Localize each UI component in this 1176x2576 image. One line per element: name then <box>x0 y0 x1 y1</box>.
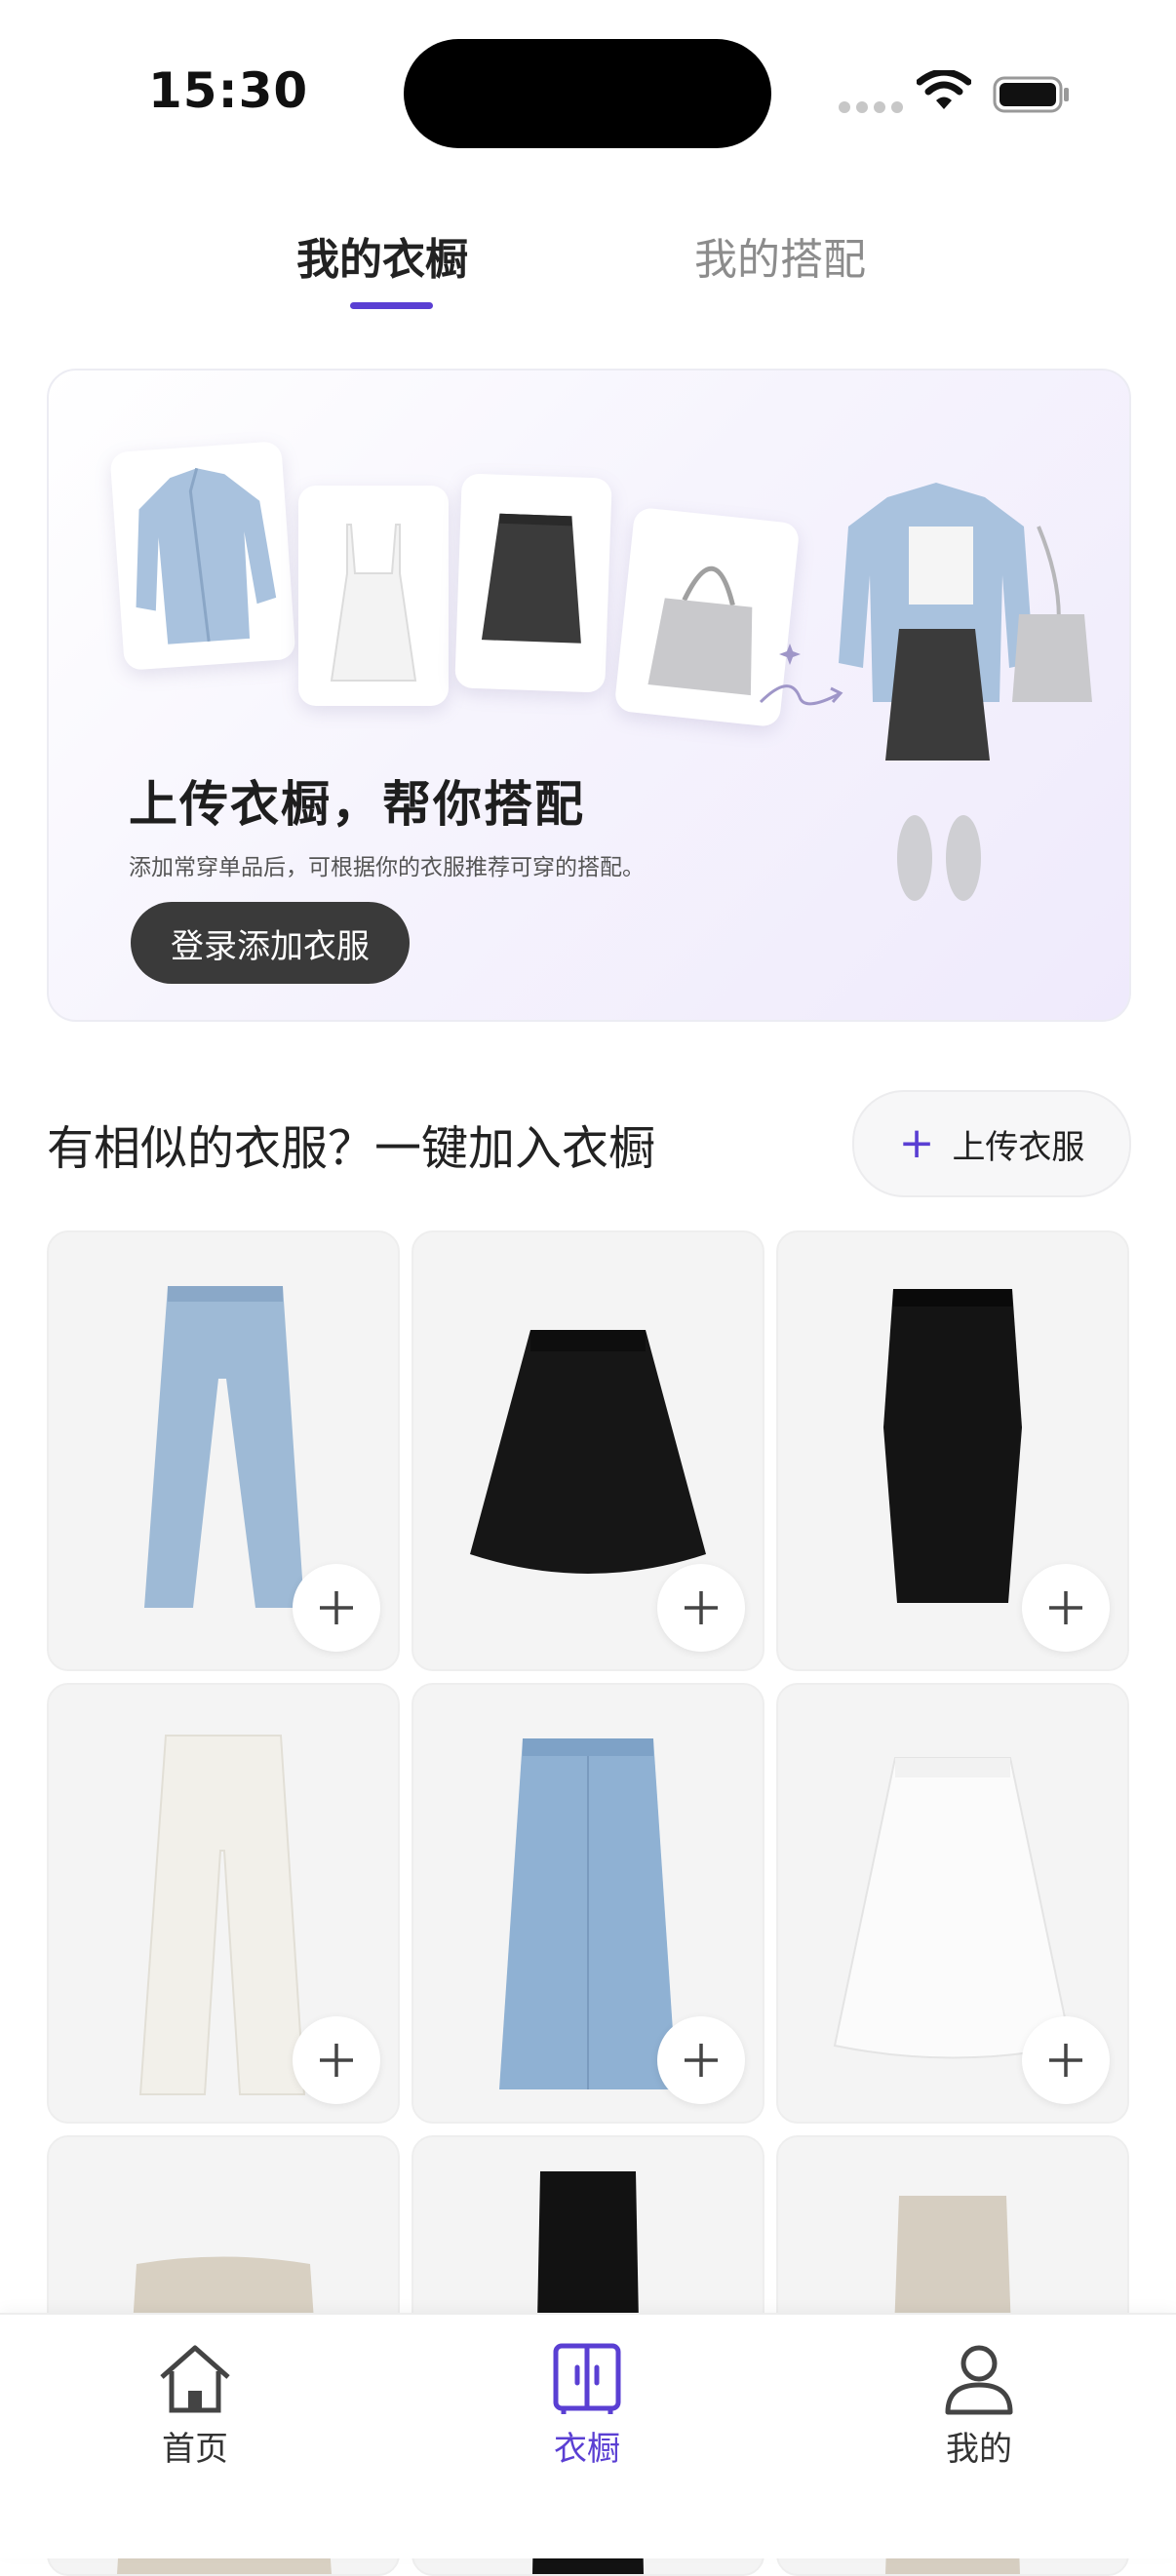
cellular-signal-icon <box>839 101 903 113</box>
clothing-item[interactable] <box>47 1683 400 2124</box>
profile-icon <box>945 2345 1013 2415</box>
plus-icon <box>685 2044 718 2077</box>
plus-icon <box>685 1591 718 1624</box>
banner-description: 添加常穿单品后，可根据你的衣服推荐可穿的搭配。 <box>129 855 645 880</box>
nav-wardrobe-label: 衣橱 <box>554 2430 620 2469</box>
add-item-button[interactable] <box>293 1564 380 1652</box>
upload-clothes-label: 上传衣服 <box>952 1127 1085 1167</box>
camisole-card <box>298 486 449 706</box>
top-tabs: 我的衣橱 我的搭配 <box>0 215 1176 312</box>
status-time: 15:30 <box>148 62 309 119</box>
dynamic-island <box>404 39 771 148</box>
banner-title: 上传衣橱，帮你搭配 <box>129 776 585 833</box>
clothing-item[interactable] <box>776 1683 1129 2124</box>
tab-active-indicator <box>350 302 433 309</box>
section-title: 有相似的衣服？一键加入衣橱 <box>47 1121 656 1176</box>
add-item-button[interactable] <box>1022 2016 1110 2104</box>
login-add-clothes-button[interactable]: 登录添加衣服 <box>131 902 410 984</box>
nav-profile[interactable]: 我的 <box>901 2342 1057 2470</box>
white-camisole-icon <box>330 524 417 682</box>
outfit-preview-icon <box>839 483 1092 901</box>
add-item-button[interactable] <box>657 2016 745 2104</box>
skirt-card <box>454 473 612 693</box>
clothing-item[interactable] <box>412 1683 764 2124</box>
tab-my-wardrobe[interactable]: 我的衣橱 <box>296 224 468 287</box>
blue-shirt-icon <box>136 467 277 644</box>
add-item-button[interactable] <box>657 1564 745 1652</box>
shirt-card <box>109 441 296 671</box>
nav-home[interactable]: 首页 <box>117 2342 273 2470</box>
wardrobe-icon <box>553 2343 621 2414</box>
plus-icon <box>320 1591 353 1624</box>
nav-home-label: 首页 <box>162 2430 228 2469</box>
plus-icon: + <box>898 1118 935 1168</box>
add-item-button[interactable] <box>293 2016 380 2104</box>
nav-profile-label: 我的 <box>946 2430 1012 2469</box>
upload-clothes-button[interactable]: + 上传衣服 <box>852 1090 1131 1197</box>
nav-wardrobe[interactable]: 衣橱 <box>509 2342 665 2470</box>
upload-wardrobe-banner: 上传衣橱，帮你搭配 添加常穿单品后，可根据你的衣服推荐可穿的搭配。 登录添加衣服 <box>47 369 1131 1022</box>
bottom-navigation: 首页 衣橱 我的 <box>0 2313 1176 2558</box>
add-item-button[interactable] <box>1022 1564 1110 1652</box>
clothing-item[interactable] <box>47 1230 400 1671</box>
wifi-icon <box>917 70 971 109</box>
black-denim-skirt-icon <box>481 513 581 644</box>
clothing-item[interactable] <box>412 1230 764 1671</box>
plus-icon <box>1049 2044 1082 2077</box>
battery-icon <box>993 76 1069 113</box>
clothing-item[interactable] <box>776 1230 1129 1671</box>
tab-my-outfits[interactable]: 我的搭配 <box>694 224 866 287</box>
home-icon <box>160 2345 230 2413</box>
plus-icon <box>1049 1591 1082 1624</box>
plus-icon <box>320 2044 353 2077</box>
